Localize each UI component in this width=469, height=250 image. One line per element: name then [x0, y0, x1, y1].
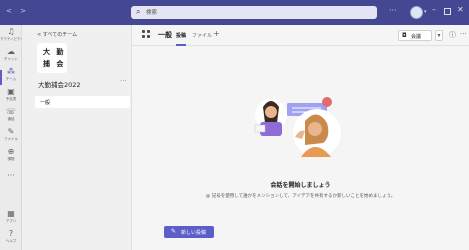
apps-icon: ▦: [7, 209, 15, 218]
calendar-icon: ▣: [7, 87, 15, 96]
rail-item-apps[interactable]: ▦ アプリ: [0, 209, 22, 231]
channel-label: 一般: [40, 100, 51, 106]
rail-item-calendar[interactable]: ▣ 予定表: [0, 87, 22, 109]
empty-state-description: @ 記号を使用して誰かをメンションして、アイデアを共有するか新しいことを始めまし…: [205, 194, 396, 199]
chevron-down-icon[interactable]: ▾: [424, 9, 427, 15]
channel-icon: [142, 30, 150, 38]
tab-posts[interactable]: 投稿: [176, 32, 187, 46]
tab-files[interactable]: ファイル: [192, 32, 212, 39]
nav-arrows[interactable]: < >: [6, 7, 29, 15]
minimize-icon[interactable]: –: [432, 5, 436, 14]
team-avatar: 大 勤 捕 会: [37, 43, 67, 73]
info-icon[interactable]: ⓘ: [449, 30, 456, 40]
app-rail: ♫ アクティビティ ☁ チャット ⁂ チーム ▣ 予定表 ☏ 通話 ✎ ファイル…: [0, 25, 24, 250]
back-to-all-teams[interactable]: < すべてのチーム: [37, 31, 77, 38]
channel-item-general[interactable]: 一般: [35, 96, 130, 108]
rail-item-more[interactable]: ···: [0, 171, 22, 193]
help-icon: ?: [8, 229, 14, 238]
conversation-illustration: [254, 97, 341, 157]
chat-icon: ☁: [7, 47, 15, 56]
meet-button[interactable]: ◘ 会議: [398, 30, 432, 41]
search-icon: ⌕: [136, 7, 141, 16]
file-icon: ✎: [7, 127, 15, 136]
new-post-button[interactable]: ✎ 新しい投稿: [164, 226, 214, 238]
more-icon[interactable]: ···: [389, 6, 397, 15]
team-name[interactable]: 大勤捕会2022: [38, 79, 81, 89]
channel-title: 一般: [158, 31, 172, 39]
phone-icon: ☏: [5, 107, 16, 116]
more-icon: ···: [7, 171, 15, 180]
rail-item-chat[interactable]: ☁ チャット: [0, 47, 22, 69]
avatar[interactable]: [410, 6, 423, 19]
rail-item-help[interactable]: ? ヘルプ: [0, 229, 22, 250]
rail-item-calls[interactable]: ☏ 通話: [0, 107, 22, 129]
chevron-down-icon[interactable]: ▾: [435, 30, 443, 41]
rail-item-teams[interactable]: ⁂ チーム: [0, 67, 22, 89]
search-input[interactable]: 検索: [146, 8, 157, 16]
more-icon[interactable]: ···: [460, 30, 467, 38]
title-bar: < > ⌕ 検索 ··· ▾ – ✕: [0, 0, 469, 25]
search-box[interactable]: ⌕ 検索: [131, 6, 377, 19]
maximize-icon[interactable]: [444, 8, 451, 15]
rail-item-files[interactable]: ✎ ファイル: [0, 127, 22, 149]
empty-state-title: 会話を開始しましょう: [270, 182, 331, 189]
teams-icon: ⁂: [7, 67, 15, 76]
rail-item-assignments[interactable]: ⊕ 課題: [0, 147, 22, 169]
team-pane: < すべてのチーム 大 勤 捕 会 大勤捕会2022 ··· 一般: [22, 25, 132, 250]
video-icon: ◘: [402, 32, 407, 39]
channel-header: 一般 投稿 ファイル + ◘ 会議 ▾ ⓘ ···: [132, 25, 469, 46]
close-icon[interactable]: ✕: [457, 5, 464, 14]
compose-icon: ✎: [171, 228, 177, 235]
assignments-icon: ⊕: [7, 147, 15, 156]
team-more-icon[interactable]: ···: [120, 77, 127, 85]
add-tab-button[interactable]: +: [213, 29, 220, 38]
bell-icon: ♫: [7, 27, 15, 36]
rail-item-activity[interactable]: ♫ アクティビティ: [0, 27, 24, 49]
